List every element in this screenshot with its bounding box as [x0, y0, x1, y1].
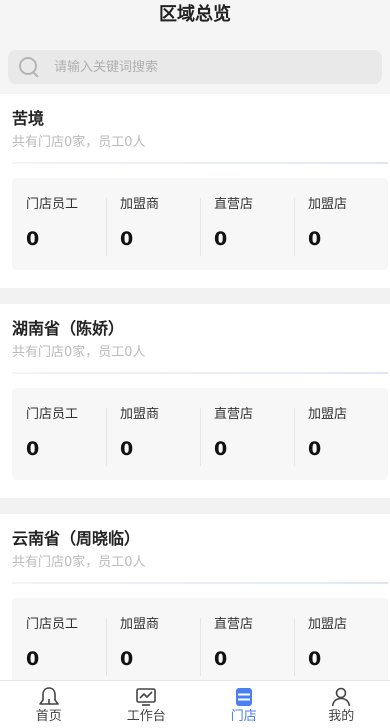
stat-franchisees: 加盟商 0 [106, 406, 200, 480]
search-box[interactable] [8, 50, 382, 84]
stat-value: 0 [308, 438, 322, 460]
stat-value: 0 [308, 648, 322, 670]
divider [12, 372, 388, 374]
stat-store-staff: 门店员工 0 [12, 616, 106, 690]
stat-label: 加盟店 [308, 197, 348, 212]
region-name: 湖南省（陈娇） [12, 319, 125, 338]
stat-value: 0 [26, 438, 40, 460]
region-name: 云南省（周晓临） [12, 529, 141, 548]
search-icon [18, 56, 40, 78]
region-card[interactable]: 苦境 共有门店0家，员工0人 门店员工 0 加盟商 0 直营店 0 加盟店 0 [0, 94, 390, 288]
stat-value: 0 [214, 438, 228, 460]
stat-value: 0 [120, 648, 134, 670]
region-card[interactable]: 湖南省（陈娇） 共有门店0家，员工0人 门店员工 0 加盟商 0 直营店 0 加… [0, 304, 390, 498]
tab-profile[interactable]: 我的 [293, 681, 390, 728]
home-icon [38, 687, 59, 705]
tab-workbench[interactable]: 工作台 [98, 681, 196, 728]
workbench-icon [136, 688, 157, 706]
stat-franchise-stores: 加盟店 0 [294, 196, 388, 270]
region-stats: 门店员工 0 加盟商 0 直营店 0 加盟店 0 [12, 388, 388, 480]
stat-label: 门店员工 [26, 197, 79, 212]
stat-value: 0 [120, 438, 134, 460]
divider [12, 582, 388, 584]
stat-value: 0 [308, 228, 322, 250]
bottom-tab-bar: 首页 工作台 门店 我的 [0, 680, 390, 728]
region-overview-page: 区域总览 苦境 共有门店0家，员工0人 门店员工 0 加盟商 0 [0, 0, 390, 728]
region-summary: 共有门店0家，员工0人 [12, 555, 146, 570]
stat-label: 加盟店 [308, 407, 348, 422]
stat-store-staff: 门店员工 0 [12, 406, 106, 480]
store-icon [235, 688, 252, 706]
stat-franchise-stores: 加盟店 0 [294, 616, 388, 690]
region-summary: 共有门店0家，员工0人 [12, 345, 146, 360]
page-title: 区域总览 [159, 4, 231, 25]
stat-direct-stores: 直营店 0 [200, 406, 294, 480]
stat-store-staff: 门店员工 0 [12, 196, 106, 270]
region-stats: 门店员工 0 加盟商 0 直营店 0 加盟店 0 [12, 178, 388, 270]
stat-label: 直营店 [214, 407, 254, 422]
stat-franchise-stores: 加盟店 0 [294, 406, 388, 480]
stat-label: 加盟商 [120, 617, 160, 632]
tab-label: 门店 [230, 709, 257, 724]
profile-icon [331, 687, 351, 707]
stat-label: 加盟商 [120, 407, 160, 422]
tab-label: 我的 [328, 709, 355, 724]
stat-direct-stores: 直营店 0 [200, 616, 294, 690]
stat-label: 门店员工 [26, 407, 79, 422]
stat-franchisees: 加盟商 0 [106, 616, 200, 690]
search-input[interactable] [54, 59, 382, 75]
stat-value: 0 [26, 648, 40, 670]
search-bar [0, 40, 390, 94]
region-list: 苦境 共有门店0家，员工0人 门店员工 0 加盟商 0 直营店 0 加盟店 0 … [0, 94, 390, 708]
stat-franchisees: 加盟商 0 [106, 196, 200, 270]
region-stats: 门店员工 0 加盟商 0 直营店 0 加盟店 0 [12, 598, 388, 690]
stat-value: 0 [214, 228, 228, 250]
stat-value: 0 [120, 228, 134, 250]
stat-direct-stores: 直营店 0 [200, 196, 294, 270]
stat-label: 直营店 [214, 617, 254, 632]
region-name: 苦境 [12, 109, 45, 128]
stat-label: 直营店 [214, 197, 254, 212]
tab-label: 工作台 [126, 709, 166, 724]
stat-label: 加盟商 [120, 197, 160, 212]
region-card[interactable]: 云南省（周晓临） 共有门店0家，员工0人 门店员工 0 加盟商 0 直营店 0 … [0, 514, 390, 708]
stat-label: 加盟店 [308, 617, 348, 632]
tab-store[interactable]: 门店 [195, 681, 293, 728]
stat-value: 0 [214, 648, 228, 670]
tab-home[interactable]: 首页 [0, 681, 98, 728]
stat-value: 0 [26, 228, 40, 250]
tab-label: 首页 [35, 709, 62, 724]
region-summary: 共有门店0家，员工0人 [12, 135, 146, 150]
stat-label: 门店员工 [26, 617, 79, 632]
header: 区域总览 [0, 0, 390, 40]
divider [12, 162, 388, 164]
